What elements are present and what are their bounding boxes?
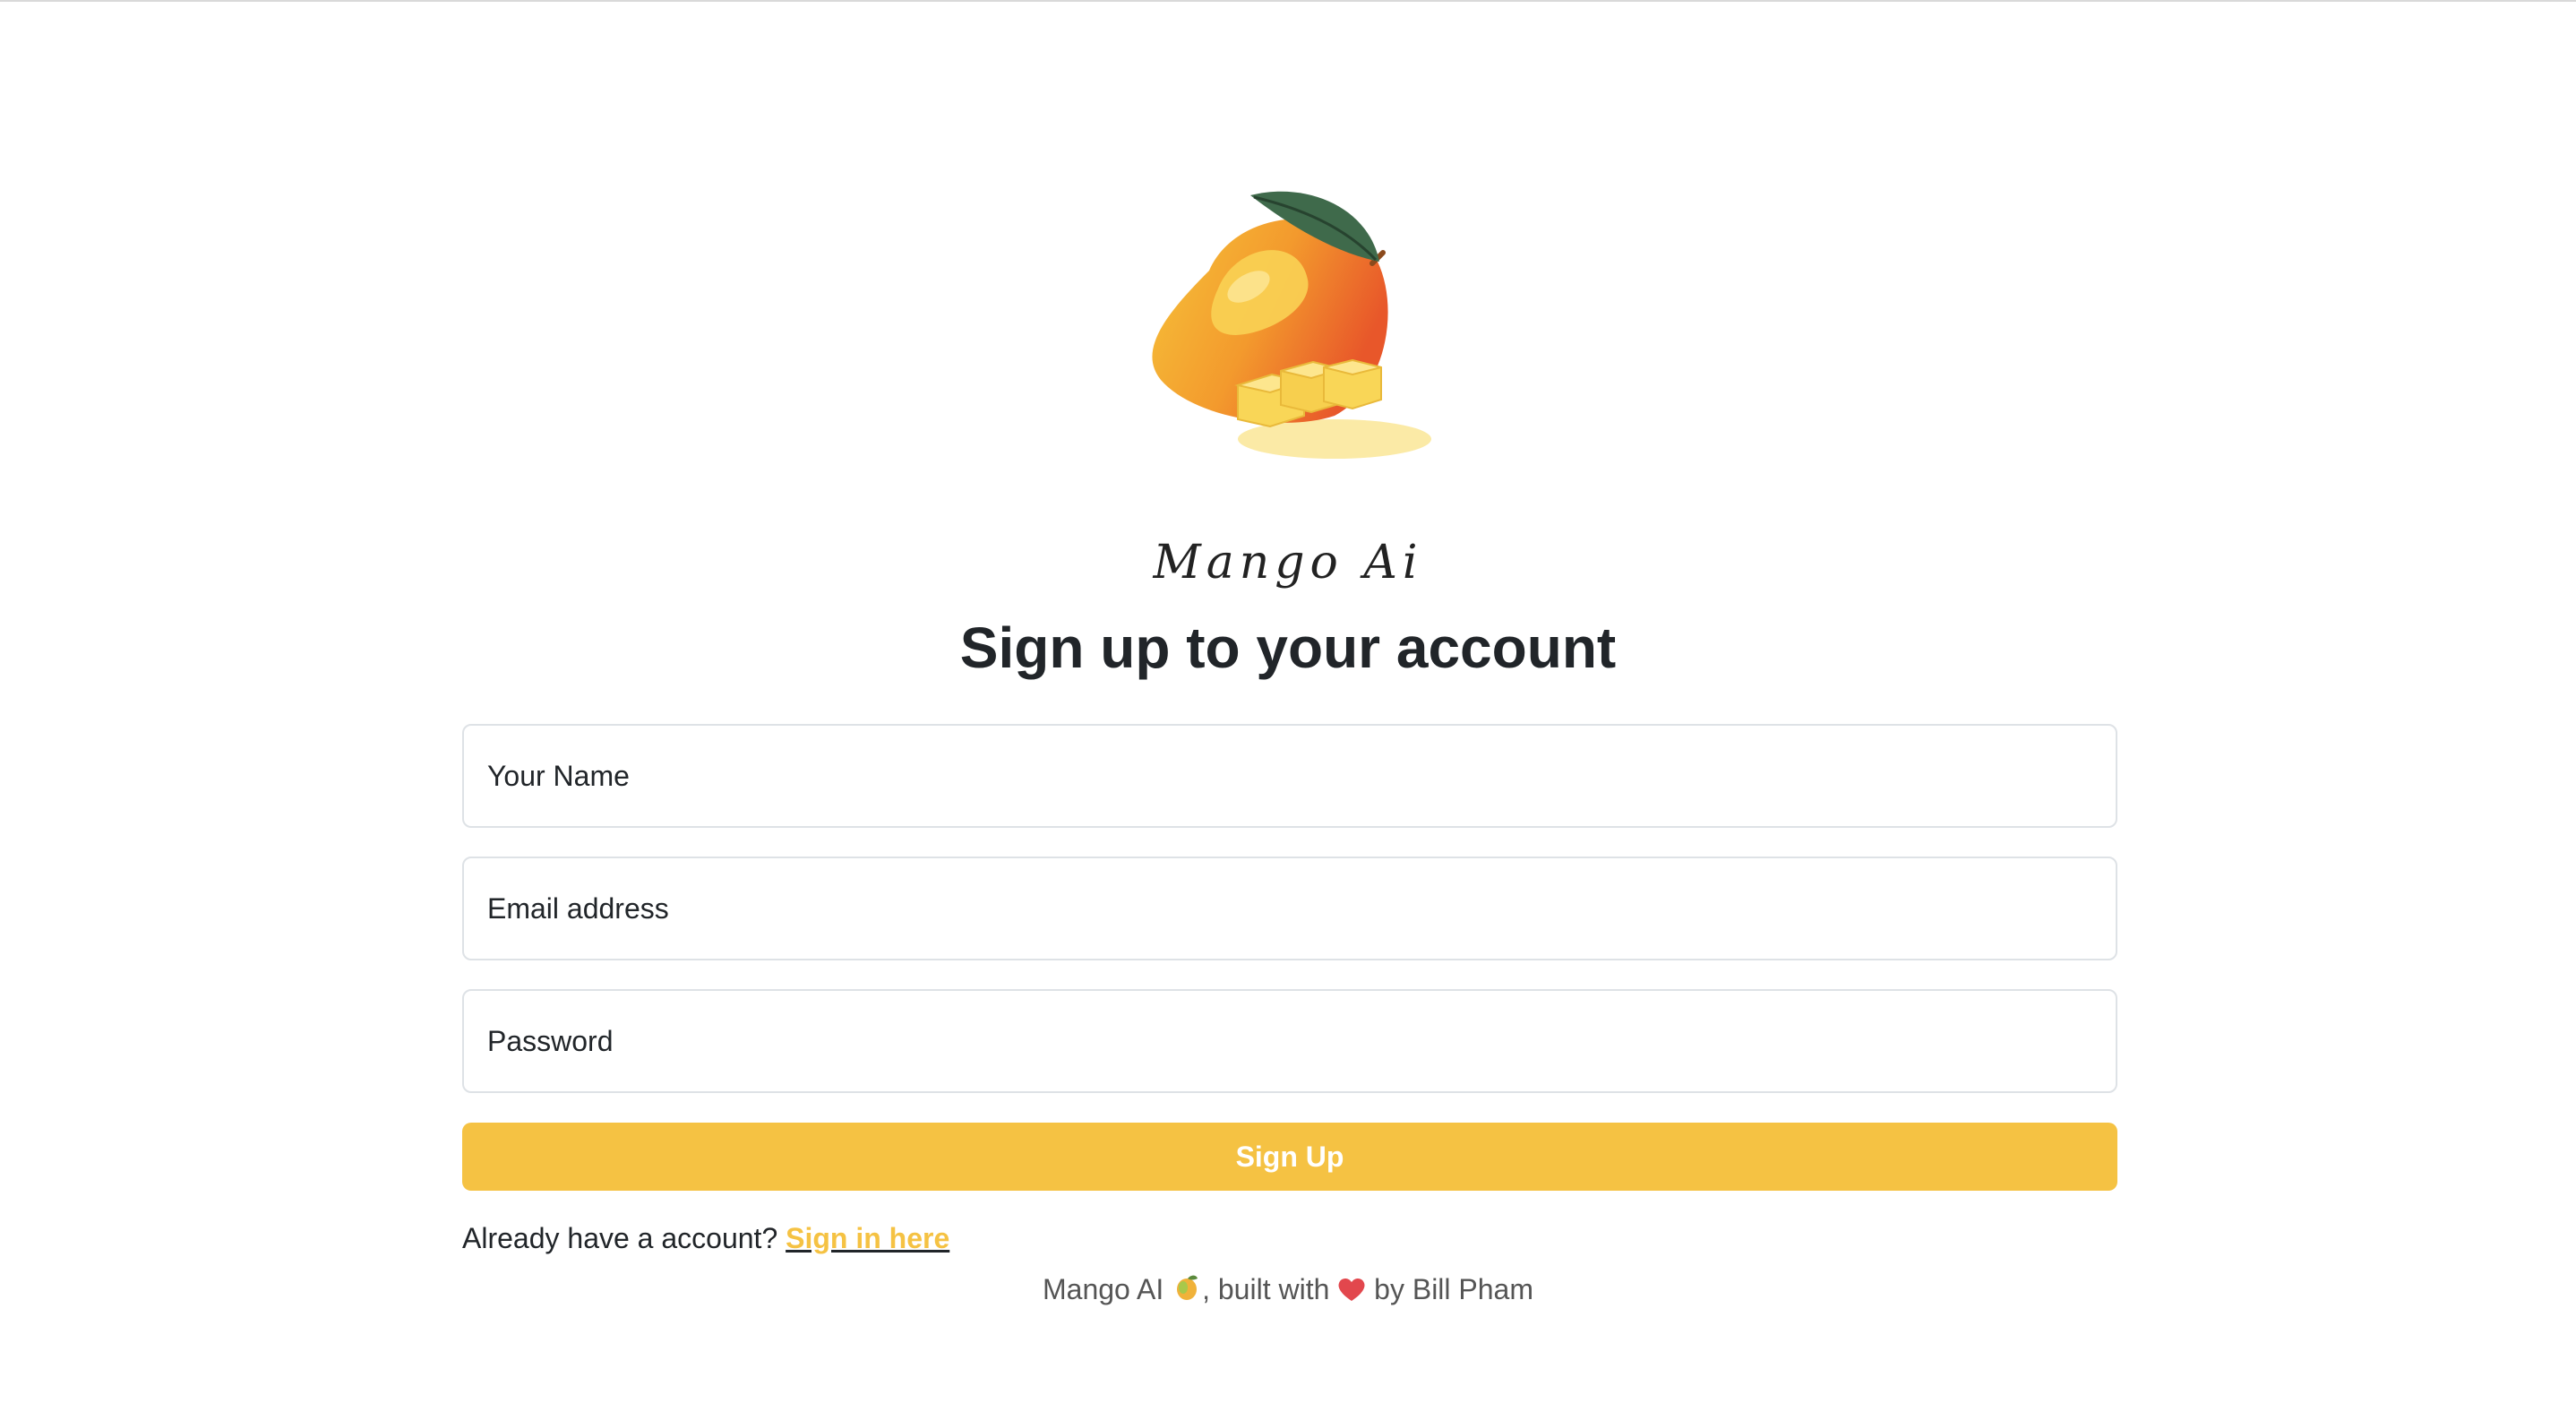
footer-app-name: Mango AI [1043,1273,1164,1305]
password-field[interactable] [462,989,2117,1093]
brand-name: Mango Ai [1153,536,1423,590]
signup-page: Mango Ai Sign up to your account Sign Up… [0,0,2576,1412]
footer-built-with: , built with [1202,1273,1330,1305]
sign-up-button[interactable]: Sign Up [462,1123,2117,1191]
footer: Mango AI , built with by Bill Pham [0,1272,2576,1306]
page-title: Sign up to your account [959,616,1617,680]
mango-icon [1177,1275,1198,1300]
email-field[interactable] [462,857,2117,960]
mango-logo-icon [1152,191,1431,459]
name-field[interactable] [462,724,2117,828]
signin-prompt-text: Already have a account? [462,1222,778,1254]
heart-icon [1338,1278,1365,1301]
footer-author: by Bill Pham [1374,1273,1533,1305]
sign-in-link[interactable]: Sign in here [786,1222,949,1254]
signin-prompt: Already have a account? Sign in here [462,1222,949,1255]
